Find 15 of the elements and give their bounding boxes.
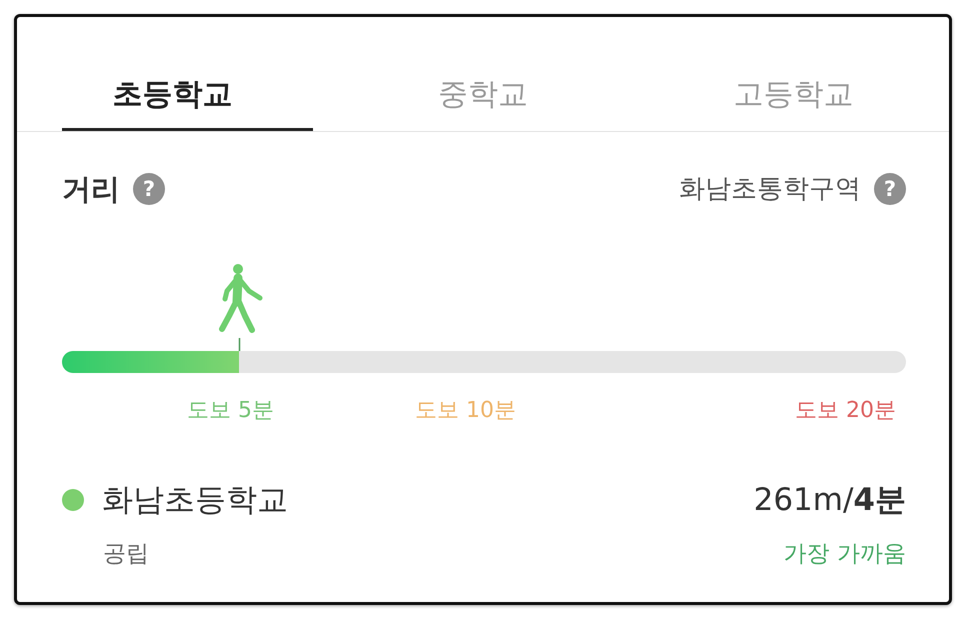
- school-zone-label: 화남초통학구역: [679, 173, 861, 206]
- tab[interactable]: 초등학교: [17, 17, 328, 131]
- walking-time-label: 도보 5분: [187, 397, 274, 425]
- school-type: 공립: [103, 540, 149, 569]
- tab[interactable]: 고등학교: [638, 17, 949, 131]
- walking-time-label: 도보 10분: [415, 397, 516, 425]
- section-title: 거리: [62, 172, 120, 206]
- walking-time-label: 도보 20분: [795, 397, 896, 425]
- help-button[interactable]: ?: [874, 173, 906, 205]
- walking-person-icon: [219, 264, 264, 351]
- tab[interactable]: 중학교: [328, 17, 638, 131]
- distance-text: 261m/4분: [754, 482, 906, 518]
- school-name: 화남초등학교: [102, 482, 288, 518]
- help-button[interactable]: ?: [133, 173, 165, 205]
- nearest-note: 가장 가까움: [784, 540, 906, 569]
